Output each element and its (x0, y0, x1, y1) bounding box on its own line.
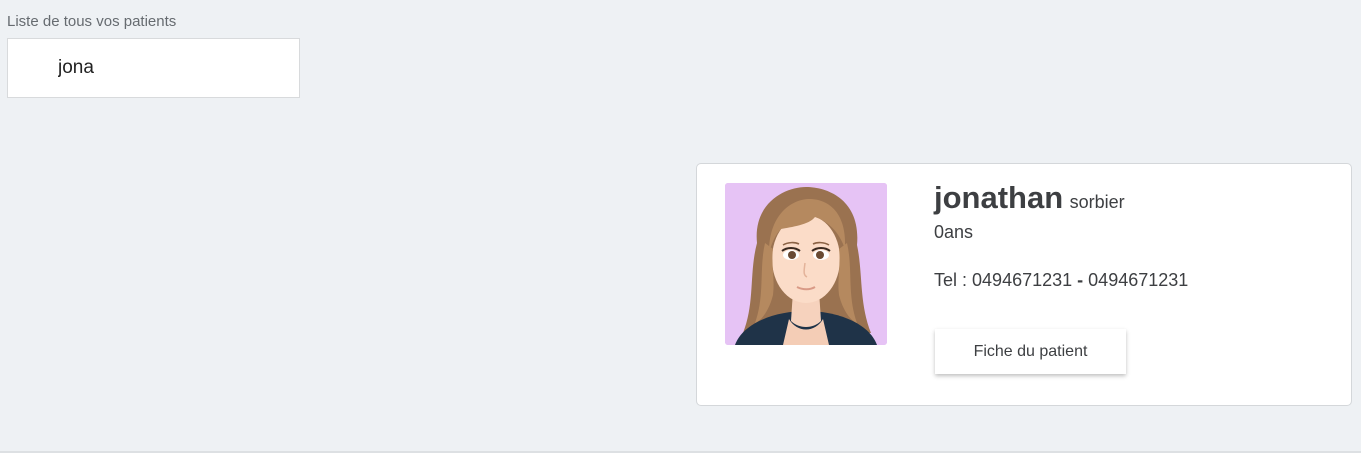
patient-info: jonathan sorbier 0ans Tel : 0494671231 -… (934, 180, 1188, 291)
page: Liste de tous vos patients jona jonathan… (0, 0, 1361, 453)
patient-phone: Tel : 0494671231 - 0494671231 (934, 270, 1188, 291)
patient-last-name: sorbier (1069, 192, 1125, 212)
phone-number-1: 0494671231 (972, 270, 1073, 290)
patient-age: 0ans (934, 222, 974, 242)
phone-number-2: 0494671231 (1088, 270, 1189, 290)
patient-avatar (725, 183, 887, 345)
patient-card: jonathan sorbier 0ans Tel : 0494671231 -… (696, 163, 1352, 406)
phone-label: Tel : (934, 270, 968, 290)
patient-name: jonathan sorbier (934, 180, 1188, 216)
patient-first-name: jonathan (934, 180, 1064, 215)
patient-file-button[interactable]: Fiche du patient (935, 329, 1126, 374)
avatar-illustration (725, 183, 887, 345)
patient-search-input[interactable] (7, 38, 300, 98)
patients-list-label: Liste de tous vos patients (7, 13, 177, 30)
phone-separator: - (1077, 270, 1084, 290)
